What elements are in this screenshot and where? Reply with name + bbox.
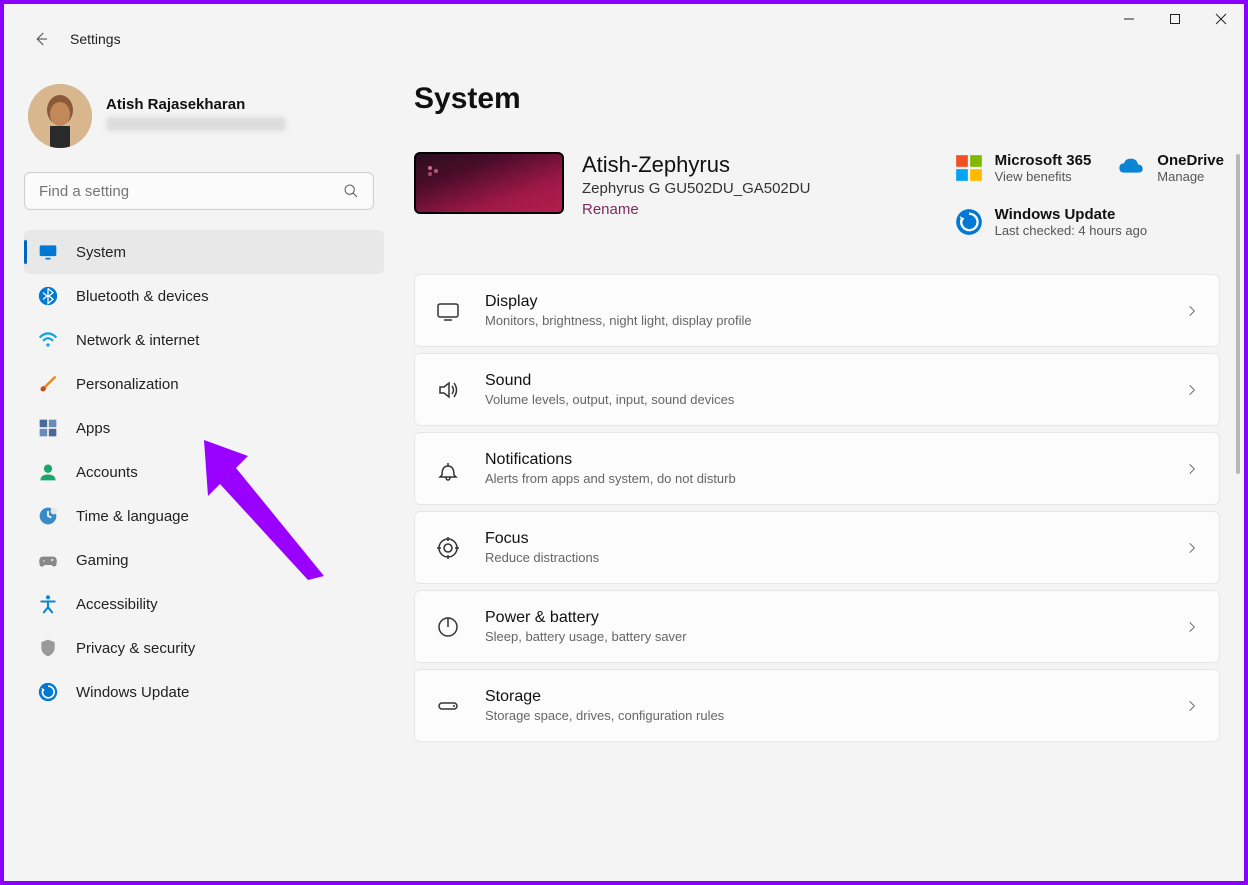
display-icon <box>435 298 461 324</box>
time-icon <box>38 506 58 526</box>
close-button[interactable] <box>1198 4 1244 34</box>
card-title: Storage <box>485 688 1161 706</box>
profile-email-redacted <box>106 117 286 131</box>
card-title: Display <box>485 293 1161 311</box>
search-input[interactable] <box>39 183 343 200</box>
privacy-icon <box>38 638 58 658</box>
chevron-right-icon <box>1185 541 1199 555</box>
sidebar-item-label: Accounts <box>76 464 138 481</box>
card-title: Focus <box>485 530 1161 548</box>
account-icon <box>38 462 58 482</box>
sound-icon <box>435 377 461 403</box>
card-subtitle: Monitors, brightness, night light, displ… <box>485 313 1161 328</box>
card-title: Power & battery <box>485 609 1161 627</box>
sidebar-item-gaming[interactable]: Gaming <box>24 538 384 582</box>
sidebar-item-account[interactable]: Accounts <box>24 450 384 494</box>
avatar <box>28 84 92 148</box>
sidebar-item-label: Apps <box>76 420 110 437</box>
onedrive-title: OneDrive <box>1157 152 1224 169</box>
sidebar-item-privacy[interactable]: Privacy & security <box>24 626 384 670</box>
accessibility-icon <box>38 594 58 614</box>
windows-update-icon <box>955 208 983 236</box>
sidebar-item-label: Accessibility <box>76 596 158 613</box>
notifications-icon <box>435 456 461 482</box>
gaming-icon <box>38 550 58 570</box>
card-title: Notifications <box>485 451 1161 469</box>
card-title: Sound <box>485 372 1161 390</box>
system-icon <box>38 242 58 262</box>
settings-card-sound[interactable]: Sound Volume levels, output, input, soun… <box>414 353 1220 426</box>
wifi-icon <box>38 330 58 350</box>
page-title: System <box>414 82 1224 116</box>
device-name: Atish-Zephyrus <box>582 152 810 178</box>
search-icon <box>343 183 359 199</box>
chevron-right-icon <box>1185 462 1199 476</box>
profile-block[interactable]: Atish Rajasekharan <box>24 84 384 148</box>
device-thumbnail[interactable] <box>414 152 564 214</box>
update-title: Windows Update <box>995 206 1148 223</box>
update-sub: Last checked: 4 hours ago <box>995 223 1148 238</box>
sidebar-item-apps[interactable]: Apps <box>24 406 384 450</box>
settings-card-focus[interactable]: Focus Reduce distractions <box>414 511 1220 584</box>
app-title: Settings <box>70 31 121 47</box>
apps-icon <box>38 418 58 438</box>
maximize-button[interactable] <box>1152 4 1198 34</box>
scrollbar[interactable] <box>1236 154 1240 474</box>
sidebar-item-update[interactable]: Windows Update <box>24 670 384 714</box>
m365-sub: View benefits <box>995 169 1092 184</box>
microsoft365-icon <box>955 154 983 182</box>
sidebar-item-wifi[interactable]: Network & internet <box>24 318 384 362</box>
status-update[interactable]: Windows Update Last checked: 4 hours ago <box>955 206 1224 238</box>
sidebar-item-bluetooth[interactable]: Bluetooth & devices <box>24 274 384 318</box>
bluetooth-icon <box>38 286 58 306</box>
back-arrow-icon[interactable] <box>32 30 50 48</box>
card-subtitle: Storage space, drives, configuration rul… <box>485 708 1161 723</box>
brush-icon <box>38 374 58 394</box>
card-subtitle: Reduce distractions <box>485 550 1161 565</box>
m365-title: Microsoft 365 <box>995 152 1092 169</box>
sidebar-item-label: Personalization <box>76 376 179 393</box>
card-subtitle: Alerts from apps and system, do not dist… <box>485 471 1161 486</box>
sidebar-item-label: Gaming <box>76 552 129 569</box>
settings-card-power[interactable]: Power & battery Sleep, battery usage, ba… <box>414 590 1220 663</box>
onedrive-sub: Manage <box>1157 169 1224 184</box>
sidebar-item-accessibility[interactable]: Accessibility <box>24 582 384 626</box>
sidebar-item-label: Time & language <box>76 508 189 525</box>
status-m365[interactable]: Microsoft 365 View benefits <box>955 152 1092 184</box>
sidebar-item-system[interactable]: System <box>24 230 384 274</box>
chevron-right-icon <box>1185 304 1199 318</box>
settings-card-notifications[interactable]: Notifications Alerts from apps and syste… <box>414 432 1220 505</box>
sidebar-item-label: Windows Update <box>76 684 189 701</box>
chevron-right-icon <box>1185 699 1199 713</box>
focus-icon <box>435 535 461 561</box>
onedrive-icon <box>1117 154 1145 182</box>
device-model: Zephyrus G GU502DU_GA502DU <box>582 180 810 197</box>
search-box[interactable] <box>24 172 374 210</box>
sidebar-item-label: Network & internet <box>76 332 199 349</box>
storage-icon <box>435 693 461 719</box>
sidebar-item-label: Privacy & security <box>76 640 195 657</box>
profile-name: Atish Rajasekharan <box>106 96 286 113</box>
sidebar-item-time[interactable]: Time & language <box>24 494 384 538</box>
settings-card-storage[interactable]: Storage Storage space, drives, configura… <box>414 669 1220 742</box>
update-icon <box>38 682 58 702</box>
sidebar-item-brush[interactable]: Personalization <box>24 362 384 406</box>
chevron-right-icon <box>1185 620 1199 634</box>
sidebar-item-label: Bluetooth & devices <box>76 288 209 305</box>
chevron-right-icon <box>1185 383 1199 397</box>
minimize-button[interactable] <box>1106 4 1152 34</box>
power-icon <box>435 614 461 640</box>
rename-link[interactable]: Rename <box>582 201 810 218</box>
status-onedrive[interactable]: OneDrive Manage <box>1117 152 1224 184</box>
card-subtitle: Volume levels, output, input, sound devi… <box>485 392 1161 407</box>
card-subtitle: Sleep, battery usage, battery saver <box>485 629 1161 644</box>
sidebar-item-label: System <box>76 244 126 261</box>
settings-card-display[interactable]: Display Monitors, brightness, night ligh… <box>414 274 1220 347</box>
